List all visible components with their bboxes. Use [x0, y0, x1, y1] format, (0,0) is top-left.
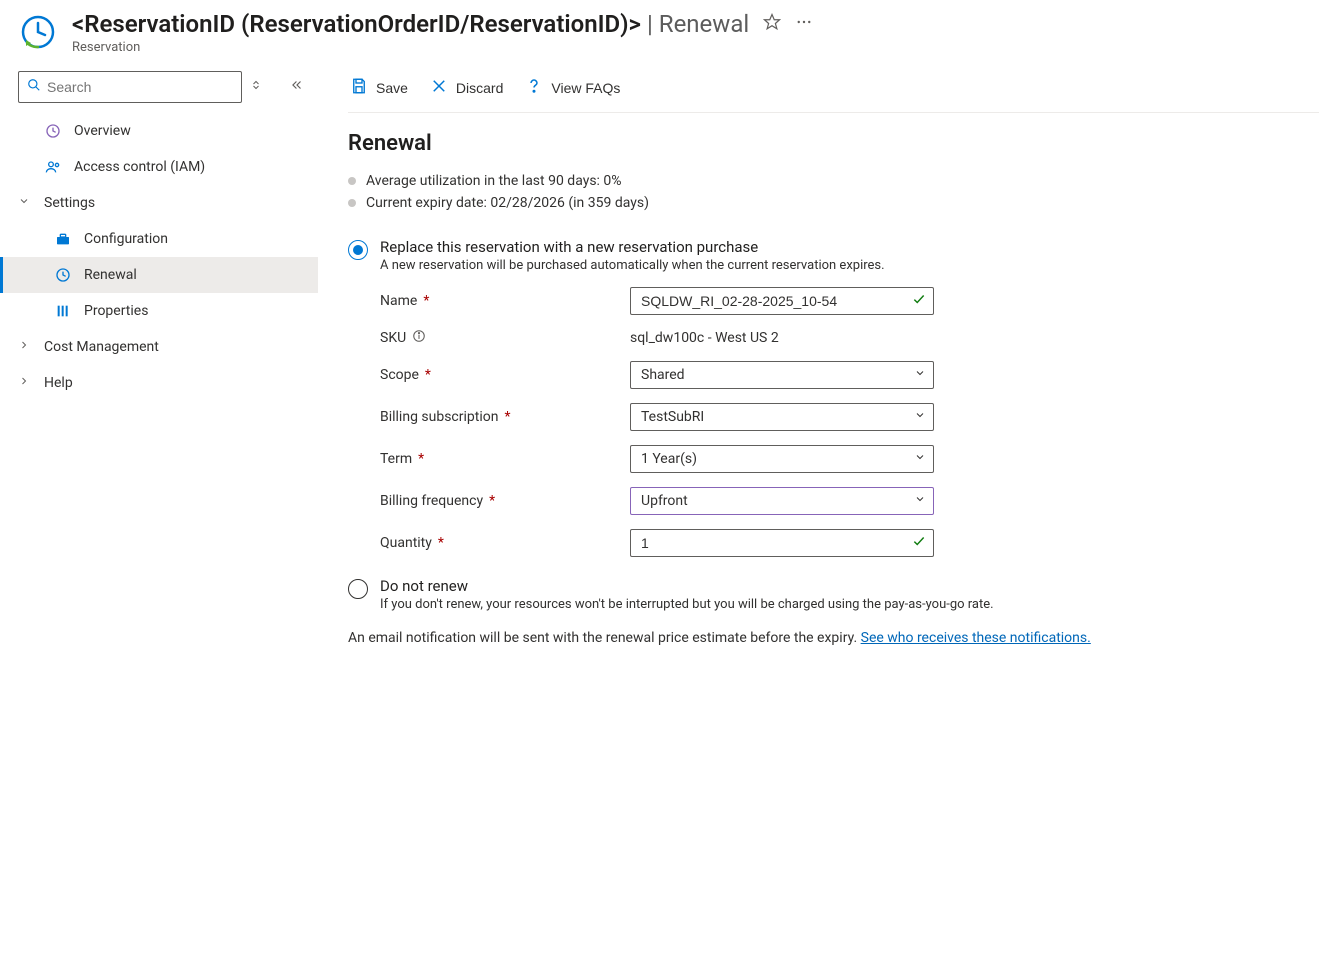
nav-renewal[interactable]: Renewal [0, 257, 318, 293]
nav-properties[interactable]: Properties [0, 293, 318, 329]
label-billing-sub: Billing subscription [380, 409, 498, 425]
section-title: Renewal [348, 131, 1319, 156]
properties-icon [54, 302, 72, 320]
nav-label: Access control (IAM) [74, 159, 205, 175]
nav-label: Overview [74, 123, 131, 139]
nav-settings[interactable]: Settings [0, 185, 318, 221]
radio-title: Do not renew [380, 577, 994, 595]
fact-text: Average utilization in the last 90 days:… [366, 173, 622, 189]
chevron-right-icon [18, 375, 32, 391]
footnote: An email notification will be sent with … [348, 630, 1319, 646]
radio-title: Replace this reservation with a new rese… [380, 238, 885, 256]
radio-desc: A new reservation will be purchased auto… [380, 258, 885, 273]
save-icon [350, 77, 368, 98]
name-input[interactable] [630, 287, 934, 315]
fact-text: Current expiry date: 02/28/2026 (in 359 … [366, 195, 649, 211]
sidebar-search[interactable] [18, 71, 242, 103]
collapse-sidebar-icon[interactable] [286, 74, 308, 100]
check-icon [912, 292, 926, 310]
button-label: Save [376, 80, 408, 96]
clock-icon [44, 122, 62, 140]
main-content: Save Discard View FAQs Renewal Average u… [318, 59, 1339, 666]
radio-button-selected-icon[interactable] [348, 240, 368, 260]
required-asterisk: * [438, 535, 444, 551]
people-icon [44, 158, 62, 176]
fact-list: Average utilization in the last 90 days:… [348, 170, 1319, 214]
nav-cost[interactable]: Cost Management [0, 329, 318, 365]
nav-help[interactable]: Help [0, 365, 318, 401]
reservation-icon [20, 14, 56, 50]
required-asterisk: * [418, 451, 424, 467]
scope-select[interactable]: Shared [630, 361, 934, 389]
scope-field[interactable]: Shared [630, 361, 934, 389]
quantity-field[interactable] [630, 529, 934, 557]
title-text: <ReservationID (ReservationOrderID/Reser… [72, 10, 641, 38]
clock-icon [54, 266, 72, 284]
nav-overview[interactable]: Overview [0, 113, 318, 149]
view-faqs-button[interactable]: View FAQs [523, 73, 622, 102]
label-name: Name [380, 293, 417, 309]
search-icon [27, 78, 41, 96]
renewal-form: Name * SKU [380, 287, 1319, 557]
name-field[interactable] [630, 287, 934, 315]
nav-label: Renewal [84, 267, 137, 283]
billing-freq-select[interactable]: Upfront [630, 487, 934, 515]
button-label: Discard [456, 80, 503, 96]
check-icon [912, 534, 926, 552]
label-billing-freq: Billing frequency [380, 493, 483, 509]
page-title: <ReservationID (ReservationOrderID/Reser… [72, 10, 749, 38]
required-asterisk: * [489, 493, 495, 509]
label-quantity: Quantity [380, 535, 432, 551]
sku-value: sql_dw100c - West US 2 [630, 330, 779, 346]
radio-do-not-renew[interactable]: Do not renew If you don't renew, your re… [348, 577, 1319, 612]
more-ellipsis-icon[interactable] [795, 13, 813, 35]
quantity-input[interactable] [630, 529, 934, 557]
nav-configuration[interactable]: Configuration [0, 221, 318, 257]
radio-desc: If you don't renew, your resources won't… [380, 597, 994, 612]
radio-replace[interactable]: Replace this reservation with a new rese… [348, 238, 1319, 557]
search-input[interactable] [47, 79, 233, 95]
required-asterisk: * [423, 293, 429, 309]
page-subtitle: Reservation [72, 40, 1319, 55]
nav-label: Properties [84, 303, 148, 319]
required-asterisk: * [425, 367, 431, 383]
nav-label: Configuration [84, 231, 168, 247]
notifications-link[interactable]: See who receives these notifications. [861, 630, 1091, 646]
required-asterisk: * [504, 409, 510, 425]
title-suffix: | Renewal [647, 10, 749, 38]
bullet-dot-icon [348, 177, 356, 185]
term-select[interactable]: 1 Year(s) [630, 445, 934, 473]
expand-collapse-icon[interactable] [246, 75, 266, 99]
bullet-dot-icon [348, 199, 356, 207]
toolbar: Save Discard View FAQs [348, 67, 1319, 113]
sku-field: sql_dw100c - West US 2 [630, 330, 934, 346]
label-term: Term [380, 451, 412, 467]
fact-utilization: Average utilization in the last 90 days:… [348, 170, 1319, 192]
billing-sub-select[interactable]: TestSubRI [630, 403, 934, 431]
sidebar: Overview Access control (IAM) Settings C… [0, 59, 318, 666]
save-button[interactable]: Save [348, 73, 410, 102]
nav-iam[interactable]: Access control (IAM) [0, 149, 318, 185]
radio-button-unselected-icon[interactable] [348, 579, 368, 599]
footnote-text: An email notification will be sent with … [348, 630, 861, 646]
nav-label: Settings [44, 195, 95, 211]
label-sku: SKU [380, 330, 406, 346]
nav-label: Cost Management [44, 339, 159, 355]
button-label: View FAQs [551, 80, 620, 96]
fact-expiry: Current expiry date: 02/28/2026 (in 359 … [348, 192, 1319, 214]
toolbox-icon [54, 230, 72, 248]
question-icon [525, 77, 543, 98]
close-x-icon [430, 77, 448, 98]
term-field[interactable]: 1 Year(s) [630, 445, 934, 473]
page-header: <ReservationID (ReservationOrderID/Reser… [0, 0, 1339, 59]
chevron-right-icon [18, 339, 32, 355]
label-scope: Scope [380, 367, 419, 383]
nav-label: Help [44, 375, 73, 391]
info-icon[interactable] [412, 329, 426, 347]
favorite-star-icon[interactable] [763, 13, 781, 35]
billing-freq-field[interactable]: Upfront [630, 487, 934, 515]
chevron-down-icon [18, 195, 32, 211]
billing-sub-field[interactable]: TestSubRI [630, 403, 934, 431]
discard-button[interactable]: Discard [428, 73, 505, 102]
